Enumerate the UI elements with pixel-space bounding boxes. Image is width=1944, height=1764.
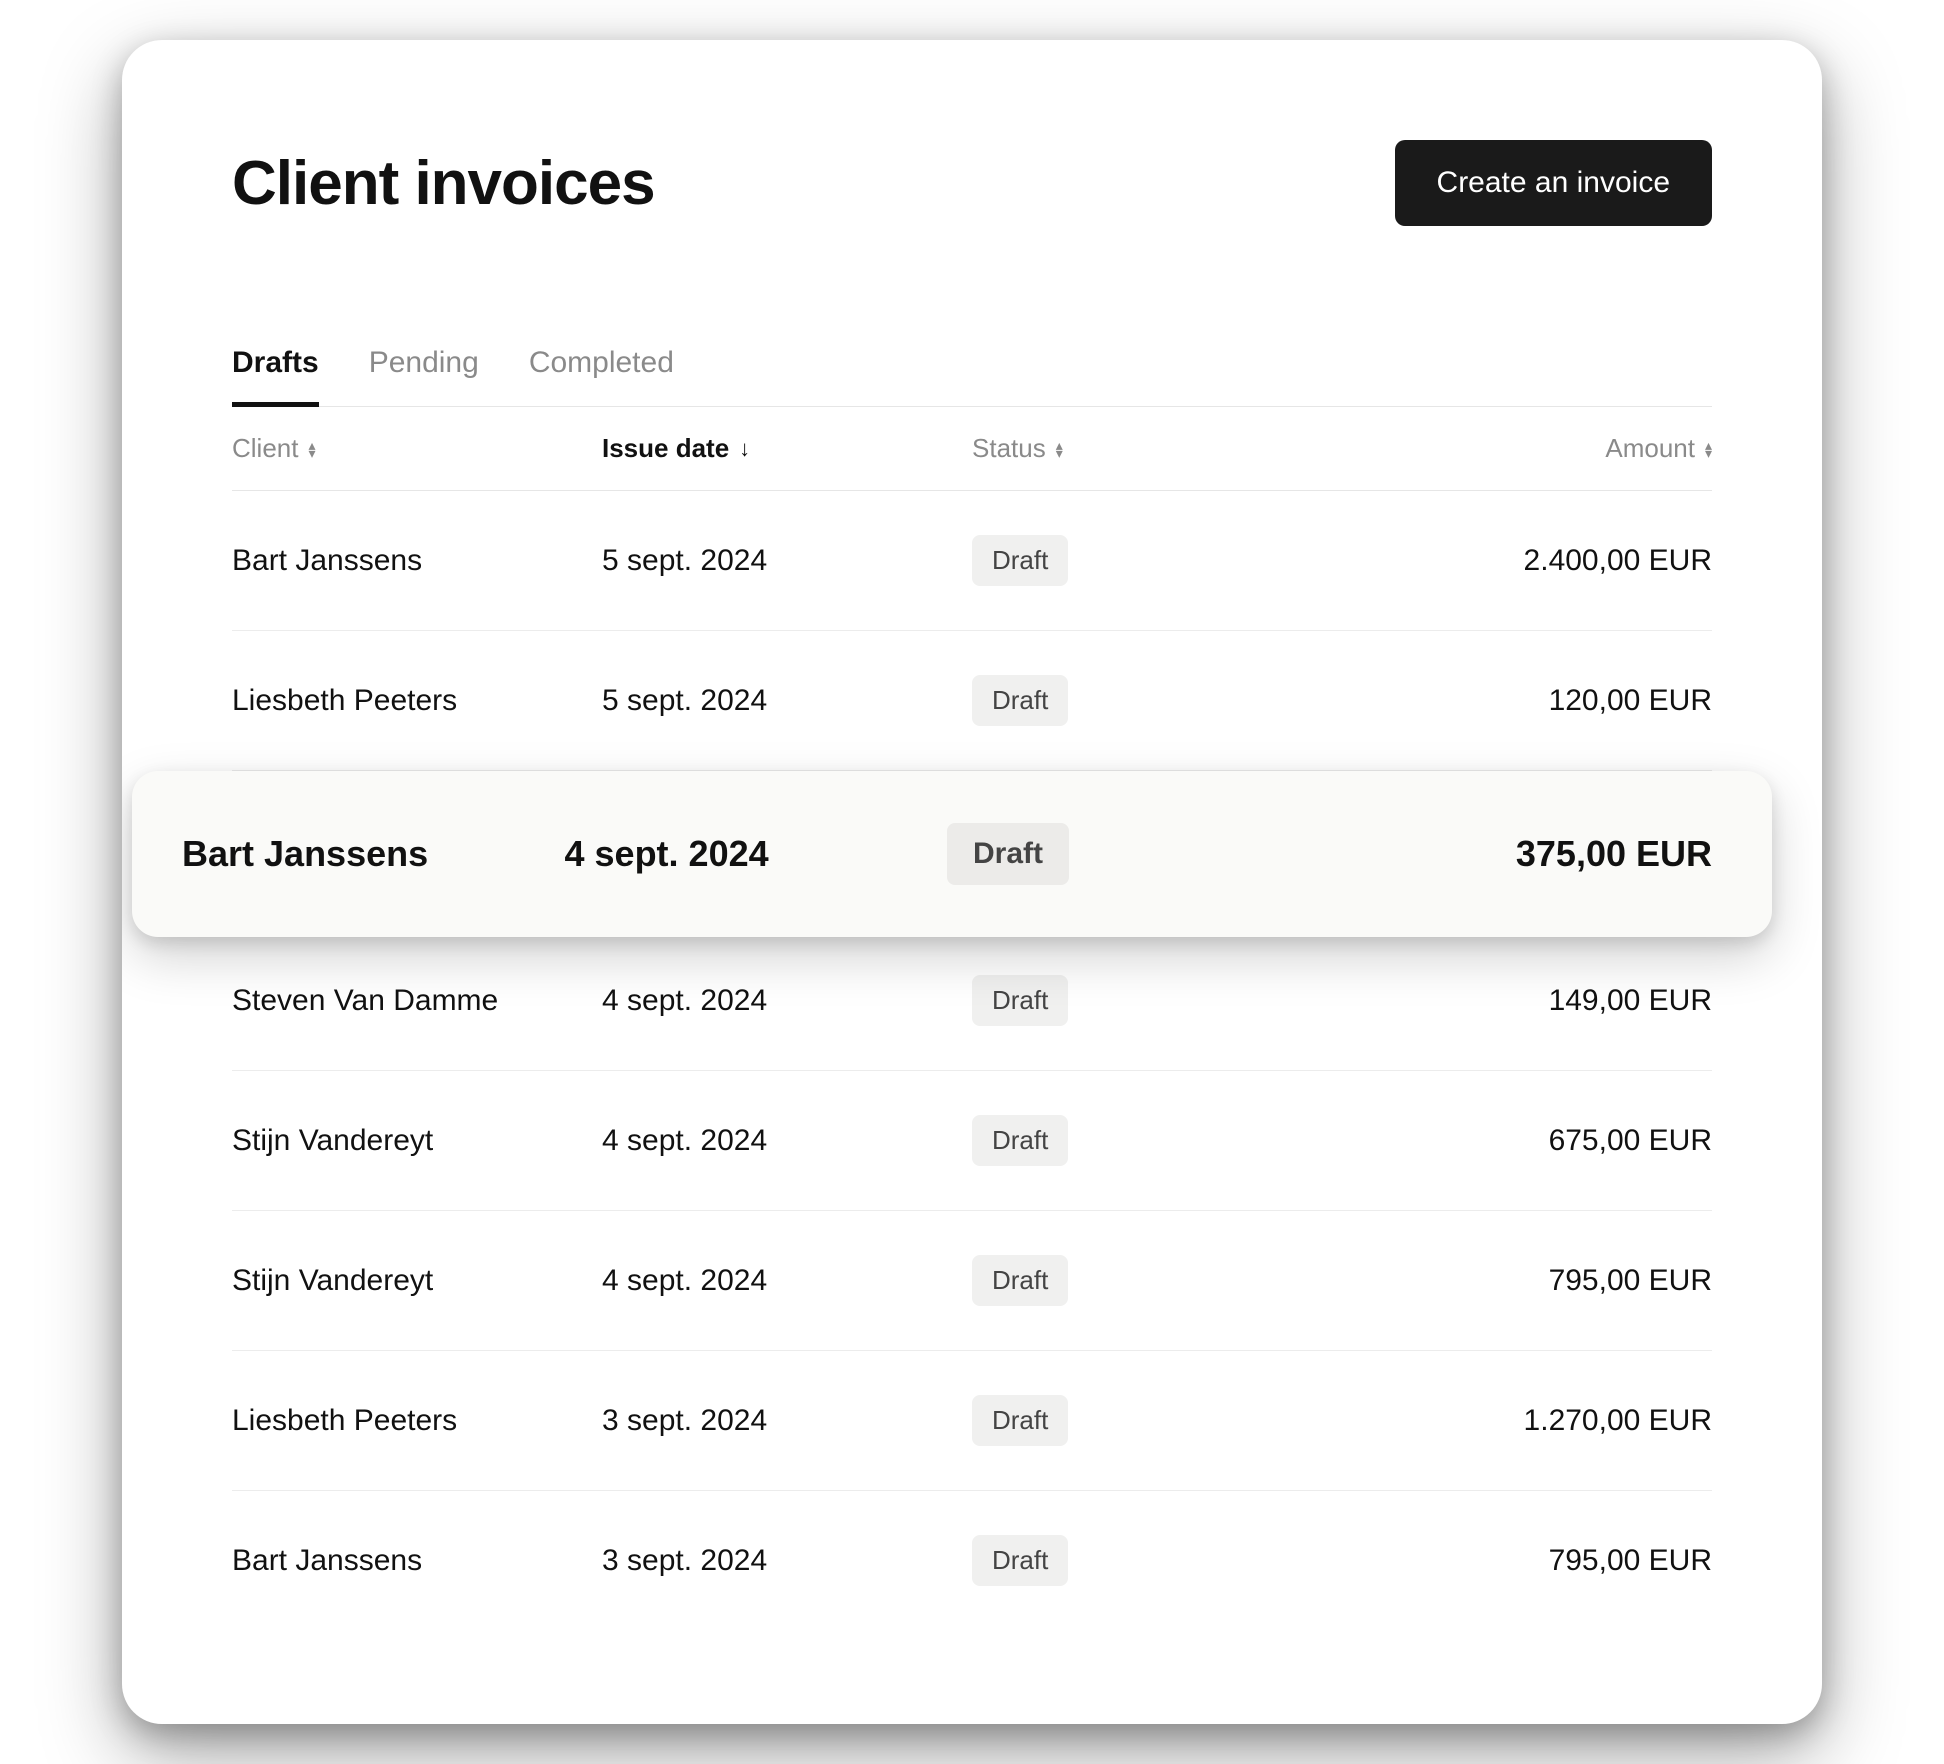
table-row[interactable]: Liesbeth Peeters 5 sept. 2024 Draft 120,…	[232, 631, 1712, 771]
table-body: Bart Janssens 5 sept. 2024 Draft 2.400,0…	[232, 491, 1712, 1630]
cell-amount: 675,00 EUR	[1342, 1124, 1712, 1158]
cell-client: Bart Janssens	[232, 1544, 602, 1578]
cell-status: Draft	[972, 1535, 1342, 1586]
cell-client: Bart Janssens	[232, 544, 602, 578]
table-row[interactable]: Bart Janssens 3 sept. 2024 Draft 795,00 …	[232, 1491, 1712, 1630]
tab-drafts[interactable]: Drafts	[232, 346, 319, 407]
page-title: Client invoices	[232, 148, 655, 219]
table-row[interactable]: Liesbeth Peeters 3 sept. 2024 Draft 1.27…	[232, 1351, 1712, 1491]
column-label: Amount	[1605, 433, 1695, 464]
cell-issue: 3 sept. 2024	[602, 1404, 972, 1438]
status-badge: Draft	[947, 823, 1069, 885]
cell-client: Liesbeth Peeters	[232, 684, 602, 718]
cell-amount: 149,00 EUR	[1342, 984, 1712, 1018]
table-header: Client Issue date Status Amount	[232, 407, 1712, 491]
cell-issue: 5 sept. 2024	[602, 544, 972, 578]
table-row[interactable]: Bart Janssens 5 sept. 2024 Draft 2.400,0…	[232, 491, 1712, 631]
status-badge: Draft	[972, 1535, 1068, 1586]
cell-status: Draft	[972, 535, 1342, 586]
cell-status: Draft	[972, 675, 1342, 726]
column-label: Issue date	[602, 433, 729, 464]
table-row[interactable]: Stijn Vandereyt 4 sept. 2024 Draft 795,0…	[232, 1211, 1712, 1351]
cell-issue: 4 sept. 2024	[565, 833, 948, 875]
cell-amount: 2.400,00 EUR	[1342, 544, 1712, 578]
cell-issue: 3 sept. 2024	[602, 1544, 972, 1578]
cell-client: Steven Van Damme	[232, 984, 602, 1018]
card-inner: Client invoices Create an invoice Drafts…	[122, 40, 1822, 1630]
status-badge: Draft	[972, 1395, 1068, 1446]
sort-both-icon	[1056, 441, 1063, 457]
cell-amount: 120,00 EUR	[1342, 684, 1712, 718]
table-row-highlighted[interactable]: Bart Janssens 4 sept. 2024 Draft 375,00 …	[132, 771, 1772, 937]
cell-status: Draft	[972, 1395, 1342, 1446]
tabs: Drafts Pending Completed	[232, 346, 1712, 407]
sort-both-icon	[308, 441, 315, 457]
sort-both-icon	[1705, 441, 1712, 457]
column-label: Status	[972, 433, 1046, 464]
column-header-client[interactable]: Client	[232, 433, 602, 464]
create-invoice-button[interactable]: Create an invoice	[1395, 140, 1712, 226]
cell-issue: 4 sept. 2024	[602, 984, 972, 1018]
cell-client: Liesbeth Peeters	[232, 1404, 602, 1438]
status-badge: Draft	[972, 535, 1068, 586]
cell-client: Stijn Vandereyt	[232, 1124, 602, 1158]
column-label: Client	[232, 433, 298, 464]
cell-issue: 4 sept. 2024	[602, 1124, 972, 1158]
cell-amount: 375,00 EUR	[1330, 833, 1713, 875]
cell-client: Stijn Vandereyt	[232, 1264, 602, 1298]
column-header-amount[interactable]: Amount	[1342, 433, 1712, 464]
invoices-card: Client invoices Create an invoice Drafts…	[122, 40, 1822, 1724]
status-badge: Draft	[972, 975, 1068, 1026]
column-header-issue-date[interactable]: Issue date	[602, 433, 972, 464]
cell-issue: 4 sept. 2024	[602, 1264, 972, 1298]
cell-client: Bart Janssens	[182, 833, 565, 875]
cell-issue: 5 sept. 2024	[602, 684, 972, 718]
header-row: Client invoices Create an invoice	[232, 140, 1712, 226]
status-badge: Draft	[972, 675, 1068, 726]
column-header-status[interactable]: Status	[972, 433, 1342, 464]
tab-pending[interactable]: Pending	[369, 346, 479, 406]
table-row[interactable]: Stijn Vandereyt 4 sept. 2024 Draft 675,0…	[232, 1071, 1712, 1211]
highlighted-row-wrap: Bart Janssens 4 sept. 2024 Draft 375,00 …	[232, 771, 1712, 931]
cell-amount: 795,00 EUR	[1342, 1544, 1712, 1578]
cell-status: Draft	[972, 1255, 1342, 1306]
cell-status: Draft	[947, 823, 1330, 885]
cell-amount: 795,00 EUR	[1342, 1264, 1712, 1298]
cell-status: Draft	[972, 1115, 1342, 1166]
sort-desc-icon	[739, 445, 750, 453]
tab-completed[interactable]: Completed	[529, 346, 674, 406]
cell-status: Draft	[972, 975, 1342, 1026]
status-badge: Draft	[972, 1115, 1068, 1166]
status-badge: Draft	[972, 1255, 1068, 1306]
cell-amount: 1.270,00 EUR	[1342, 1404, 1712, 1438]
table-row[interactable]: Steven Van Damme 4 sept. 2024 Draft 149,…	[232, 931, 1712, 1071]
